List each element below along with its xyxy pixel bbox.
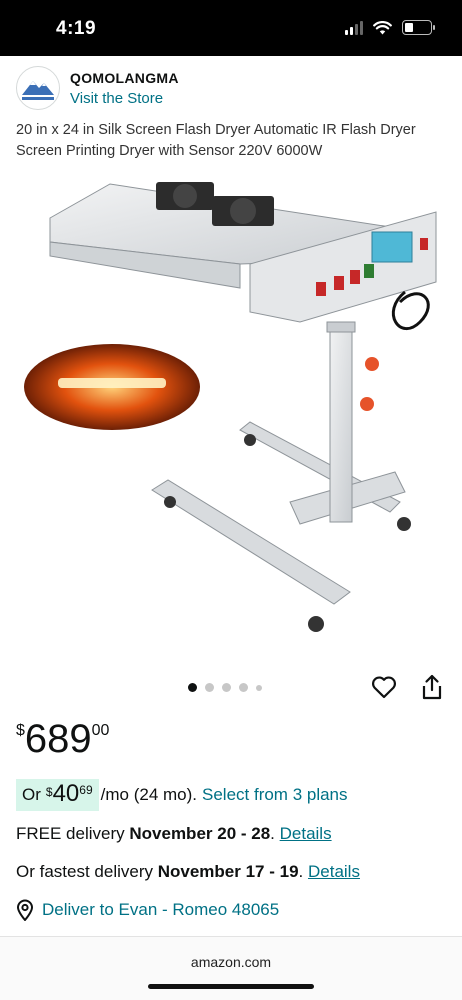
- product-image[interactable]: [0, 172, 462, 642]
- status-icons: [345, 20, 435, 35]
- product-title: 20 in x 24 in Silk Screen Flash Dryer Au…: [16, 122, 416, 159]
- fast-delivery-text: Or fastest delivery: [16, 862, 153, 881]
- location-pin-icon: [16, 899, 34, 921]
- store-name: QOMOLANGMA: [70, 69, 179, 86]
- free-delivery-dates: November 20 - 28: [129, 824, 271, 843]
- price-fraction: 00: [91, 722, 110, 739]
- status-bar: 4:19: [0, 0, 462, 56]
- carousel-dot[interactable]: [222, 683, 231, 692]
- price-currency-symbol: $: [16, 722, 25, 739]
- carousel-dot[interactable]: [205, 683, 214, 692]
- monthly-whole: 40: [52, 780, 80, 807]
- store-logo[interactable]: [16, 66, 60, 110]
- monthly-price-highlight: Or $ 40 69: [16, 779, 99, 811]
- share-icon[interactable]: [421, 674, 443, 700]
- fast-delivery-details-link[interactable]: Details: [308, 862, 360, 881]
- free-delivery-details-link[interactable]: Details: [280, 824, 332, 843]
- mountain-logo-icon: [22, 81, 54, 100]
- store-header: QOMOLANGMA Visit the Store: [16, 66, 179, 110]
- price-whole: 689: [24, 717, 92, 761]
- fast-delivery-dates: November 17 - 19: [157, 862, 299, 881]
- monthly-currency-symbol: $: [45, 785, 53, 799]
- carousel-dot[interactable]: [239, 683, 248, 692]
- visit-store-link[interactable]: Visit the Store: [70, 90, 179, 107]
- deliver-to-text[interactable]: Deliver to Evan - Romeo 48065: [42, 900, 279, 920]
- monthly-prefix: Or: [22, 785, 41, 804]
- signal-icon: [345, 20, 363, 35]
- deliver-to-location[interactable]: Deliver to Evan - Romeo 48065: [16, 899, 279, 921]
- battery-icon: [402, 20, 435, 35]
- select-plans-link[interactable]: Select from 3 plans: [202, 785, 348, 805]
- carousel-dot[interactable]: [188, 683, 197, 692]
- free-delivery-line: FREE delivery November 20 - 28. Details: [16, 824, 332, 843]
- price: $ 689 00: [16, 716, 109, 762]
- status-time: 4:19: [56, 18, 97, 39]
- heart-icon[interactable]: [371, 675, 397, 699]
- wifi-icon: [373, 20, 392, 34]
- carousel-dot[interactable]: [256, 684, 262, 691]
- free-delivery-text: FREE delivery: [16, 824, 125, 843]
- monthly-payment: Or $ 40 69 /mo (24 mo). Select from 3 pl…: [16, 779, 348, 811]
- home-indicator[interactable]: [148, 984, 314, 989]
- browser-domain[interactable]: amazon.com: [0, 954, 462, 970]
- monthly-suffix: /mo (24 mo).: [100, 785, 197, 804]
- monthly-fraction: 69: [79, 783, 93, 797]
- fast-delivery-line: Or fastest delivery November 17 - 19. De…: [16, 862, 360, 881]
- image-carousel-dots[interactable]: [188, 683, 262, 692]
